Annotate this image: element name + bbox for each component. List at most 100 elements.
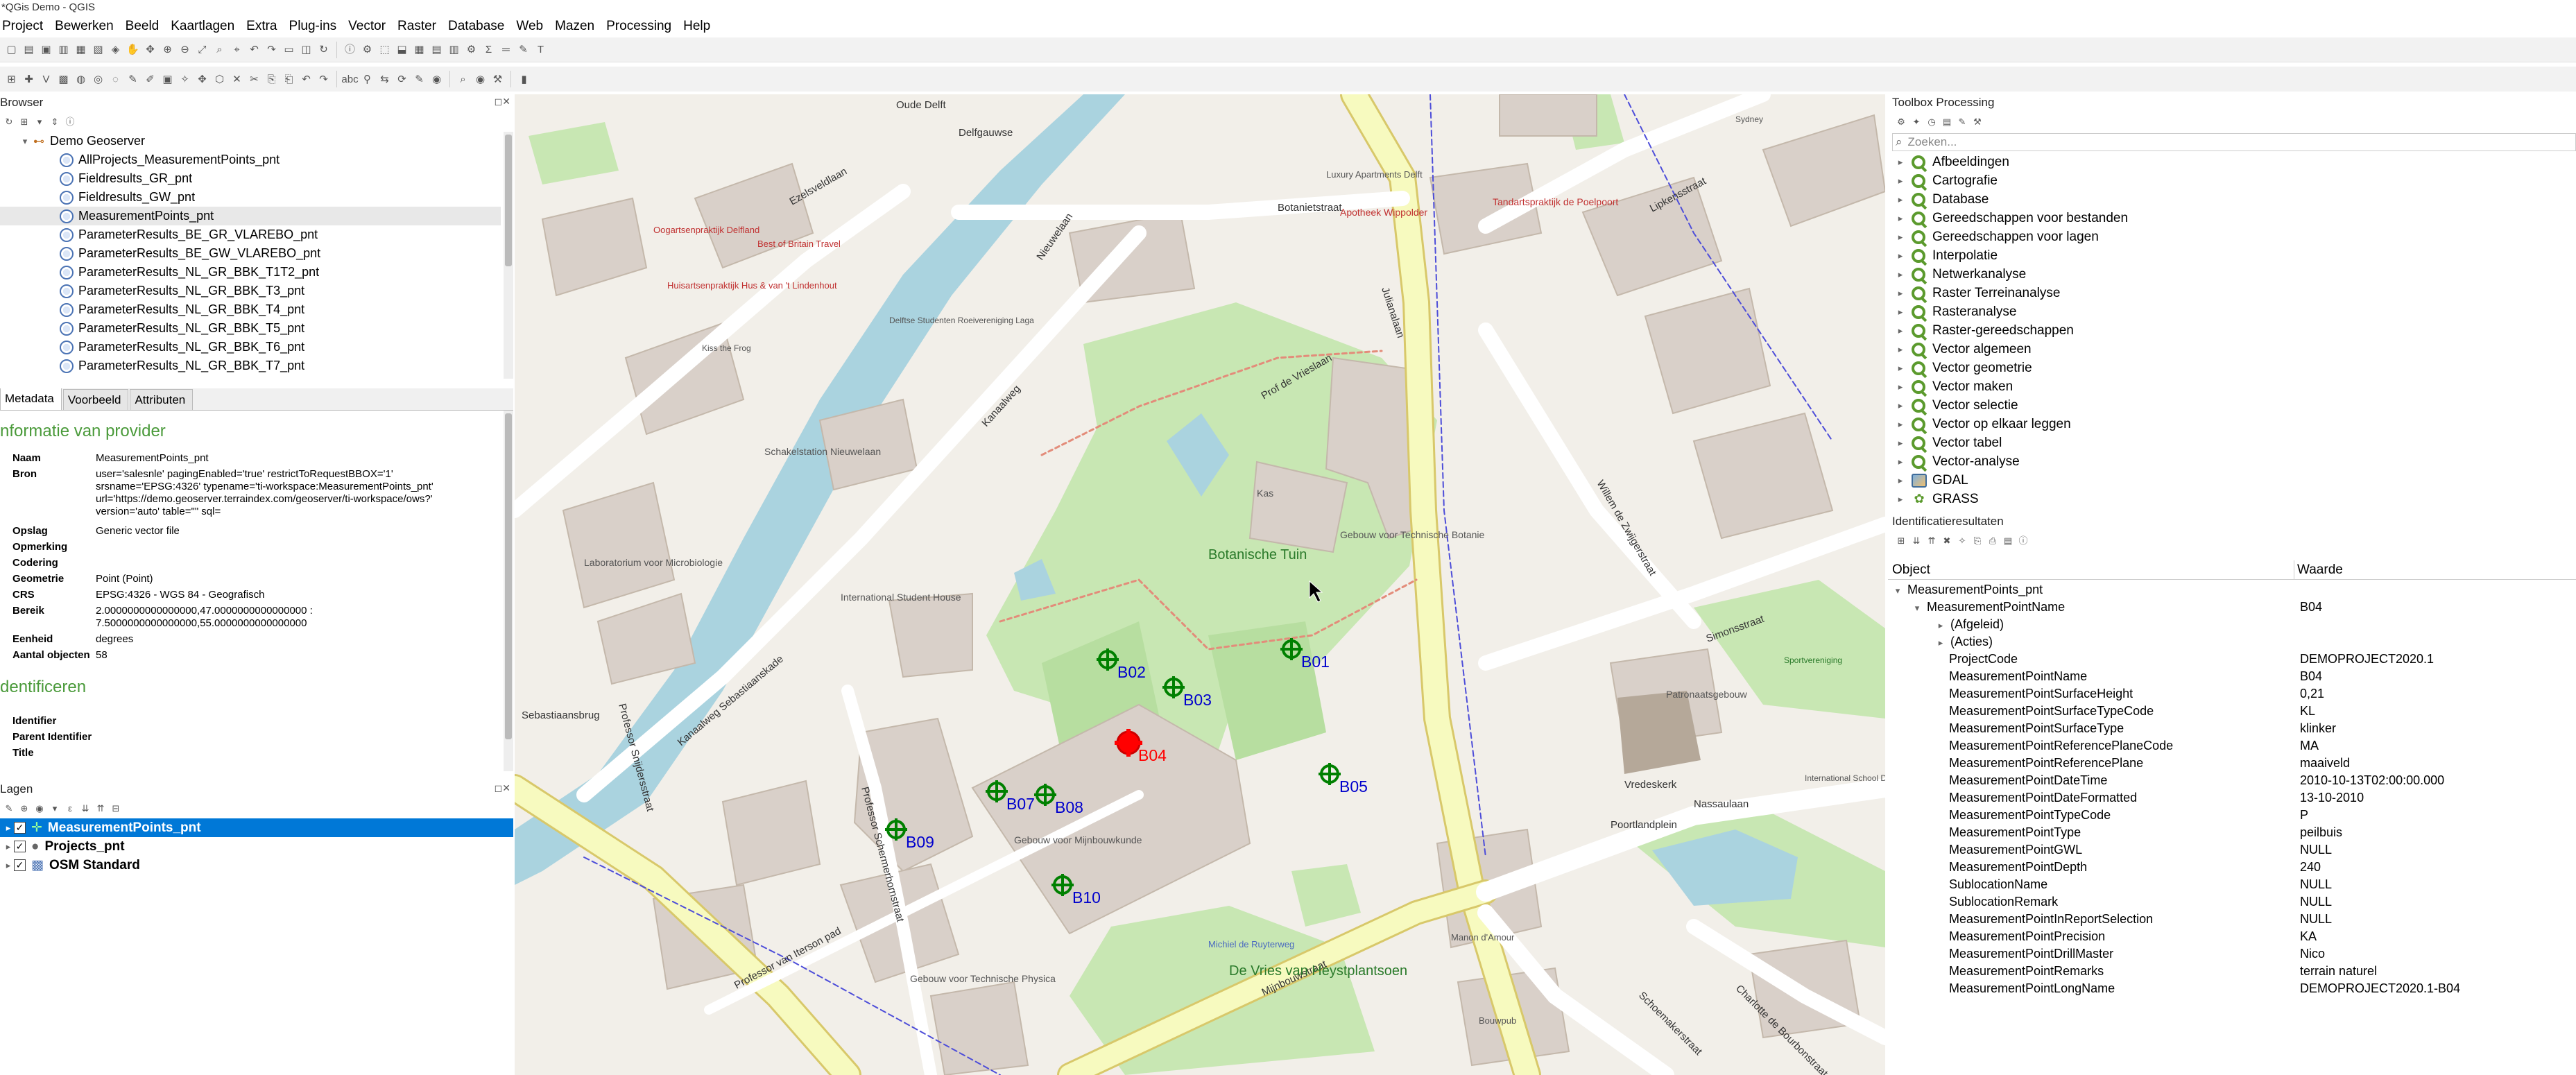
edit-pencil-icon[interactable]: ✐ — [143, 72, 157, 87]
column-value[interactable]: Waarde — [2294, 560, 2346, 579]
menu-item-kaartlagen[interactable]: Kaartlagen — [169, 19, 240, 34]
menu-item-web[interactable]: Web — [514, 19, 549, 34]
expand-arrow-icon[interactable]: ▸ — [1935, 637, 1946, 648]
expand-arrow-icon[interactable]: ▸ — [1895, 419, 1906, 430]
refresh-icon[interactable]: ↻ — [316, 42, 331, 57]
highlight-icon[interactable]: ✧ — [1956, 534, 1968, 547]
paste-icon[interactable]: ⎗ — [282, 72, 296, 87]
zoom-last-icon[interactable]: ↶ — [247, 42, 261, 57]
identify-attribute-row[interactable]: MeasurementPointSurfaceType klinker — [1888, 720, 2576, 737]
toolbox-group[interactable]: ▸ Rasteranalyse — [1892, 302, 2576, 321]
expand-icon[interactable]: ⊞ — [1895, 534, 1907, 547]
browser-layer-item[interactable]: ParameterResults_BE_GW_VLAREBO_pnt — [0, 244, 501, 263]
toolbox-group[interactable]: ▸ Vector maken — [1892, 377, 2576, 396]
identify-actions-row[interactable]: ▸ (Acties) — [1888, 633, 2576, 651]
expand-arrow-icon[interactable]: ▸ — [1895, 232, 1906, 243]
zoom-in-icon[interactable]: ⊕ — [160, 42, 175, 57]
clear-results-icon[interactable]: ✖ — [1941, 534, 1953, 547]
identify-tool-icon[interactable]: ⓘ — [2017, 534, 2029, 547]
cut-icon[interactable]: ✂ — [247, 72, 261, 87]
tab-metadata[interactable]: Metadata — [0, 388, 62, 410]
new-3d-view-icon[interactable]: ◫ — [299, 42, 314, 57]
layer-item[interactable]: ▸ ✓ ✛ MeasurementPoints_pnt — [0, 818, 513, 837]
pan-to-selection-icon[interactable]: ✥ — [143, 42, 157, 57]
label-icon[interactable]: abc — [341, 72, 358, 87]
browser-layer-item[interactable]: ParameterResults_NL_GR_BBK_T1T2_pnt — [0, 263, 501, 282]
dock-float-close-icon[interactable]: ◻✕ — [495, 782, 510, 794]
identify-attribute-row[interactable]: MeasurementPointGWL NULL — [1888, 841, 2576, 859]
new-print-layout-icon[interactable]: ▦ — [74, 42, 88, 57]
identify-attribute-row[interactable]: MeasurementPointDateTime 2010-10-13T02:00… — [1888, 772, 2576, 789]
toggle-editing-icon[interactable]: ✎ — [126, 72, 140, 87]
map-canvas[interactable]: Botanietstraat Julianalaan Kanaalweg Nieuwe… — [515, 94, 1885, 1075]
processing-toolbox-icon[interactable]: ⚙ — [464, 42, 479, 57]
rotate-label-icon[interactable]: ⟳ — [395, 72, 409, 87]
toolbox-group[interactable]: ▸ Cartografie — [1892, 171, 2576, 190]
expand-arrow-icon[interactable]: ▸ — [1895, 363, 1906, 374]
tab-voorbeeld[interactable]: Voorbeeld — [62, 389, 129, 410]
expand-arrow-icon[interactable]: ▸ — [1895, 475, 1906, 486]
expand-icon[interactable]: ⇊ — [79, 802, 92, 814]
remove-layer-icon[interactable]: ⊟ — [110, 802, 122, 814]
identify-derived-row[interactable]: ▸ (Afgeleid) — [1888, 616, 2576, 633]
add-raster-icon[interactable]: ▩ — [56, 72, 71, 87]
history-icon[interactable]: ◷ — [1925, 115, 1938, 128]
measure-icon[interactable]: ═ — [499, 42, 513, 57]
browser-layer-item[interactable]: ParameterResults_NL_GR_BBK_T4_pnt — [0, 300, 501, 319]
expand-arrow-icon[interactable]: ▸ — [1895, 269, 1906, 280]
expand-arrow-icon[interactable]: ▸ — [1895, 288, 1906, 299]
pan-icon[interactable]: ✋ — [126, 42, 140, 57]
identify-attribute-row[interactable]: MeasurementPointTypeCode P — [1888, 807, 2576, 824]
expand-arrow-icon[interactable]: ▸ — [1895, 307, 1906, 318]
identify-feature-row[interactable]: ▾ MeasurementPointName B04 — [1888, 599, 2576, 616]
collapse-tree-icon[interactable]: ⇈ — [1925, 534, 1938, 547]
pin-label-icon[interactable]: ⚲ — [360, 72, 375, 87]
expand-arrow-icon[interactable]: ▸ — [3, 823, 14, 834]
expand-arrow-icon[interactable]: ▸ — [1895, 157, 1906, 168]
expand-arrow-icon[interactable]: ▸ — [1895, 250, 1906, 261]
expand-arrow-icon[interactable]: ▸ — [1895, 494, 1906, 505]
add-wcs-icon[interactable]: ◌ — [108, 72, 123, 87]
identify-layer-row[interactable]: ▾ MeasurementPoints_pnt — [1888, 581, 2576, 599]
identify-attribute-row[interactable]: MeasurementPointDateFormatted 13-10-2010 — [1888, 789, 2576, 807]
expand-arrow-icon[interactable]: ▸ — [3, 841, 14, 852]
copy-icon[interactable]: ⎘ — [1971, 534, 1984, 547]
toolbox-group[interactable]: ▸ Database — [1892, 190, 2576, 209]
new-layer-icon[interactable]: ✚ — [22, 72, 36, 87]
toolbox-search-box[interactable]: ⌕ Zoeken... — [1892, 133, 2576, 151]
identify-attribute-row[interactable]: MeasurementPointSurfaceTypeCode KL — [1888, 703, 2576, 720]
plugin-manager-icon[interactable]: ⚒ — [490, 72, 505, 87]
expand-arrow-icon[interactable]: ▸ — [1895, 456, 1906, 467]
show-label-icon[interactable]: ◉ — [429, 72, 444, 87]
metadata-scrollbar[interactable] — [504, 411, 513, 771]
expand-arrow-icon[interactable]: ▸ — [1935, 620, 1946, 631]
new-map-view-icon[interactable]: ▭ — [282, 42, 296, 57]
expand-arrow-icon[interactable]: ▸ — [1895, 381, 1906, 393]
browser-root-item[interactable]: ▾ ⊷ Demo Geoserver — [0, 132, 501, 150]
identify-attribute-row[interactable]: MeasurementPointRemarks terrain naturel — [1888, 963, 2576, 980]
move-feature-icon[interactable]: ✥ — [195, 72, 209, 87]
toolbox-group[interactable]: ▸ Gereedschappen voor bestanden — [1892, 209, 2576, 227]
expand-arrow-icon[interactable]: ▸ — [1895, 344, 1906, 355]
toolbox-provider[interactable]: ▸ ✿ GRASS — [1892, 490, 2576, 508]
toolbox-group[interactable]: ▸ Vector algemeen — [1892, 340, 2576, 359]
browser-layer-item[interactable]: ParameterResults_NL_GR_BBK_T3_pnt — [0, 282, 501, 300]
identify-attribute-row[interactable]: ProjectCode DEMOPROJECT2020.1 — [1888, 651, 2576, 668]
digitize-icon[interactable]: ✧ — [178, 72, 192, 87]
models-icon[interactable]: ⚙ — [1895, 115, 1907, 128]
open-project-icon[interactable]: ▤ — [22, 42, 36, 57]
settings-icon[interactable]: ⚒ — [1971, 115, 1984, 128]
browser-layer-item[interactable]: Fieldresults_GR_pnt — [0, 169, 501, 188]
tab-attributen[interactable]: Attributen — [130, 389, 194, 410]
menu-item-help[interactable]: Help — [681, 19, 716, 34]
refresh-icon[interactable]: ↻ — [3, 115, 15, 128]
undo-icon[interactable]: ↶ — [299, 72, 314, 87]
expand-arrow-icon[interactable]: ▸ — [1895, 438, 1906, 449]
expression-icon[interactable]: ε — [64, 802, 76, 814]
change-label-icon[interactable]: ✎ — [412, 72, 427, 87]
annotation-icon[interactable]: ✎ — [516, 42, 531, 57]
text-annotation-icon[interactable]: T — [533, 42, 548, 57]
collapse-arrow-icon[interactable]: ▾ — [1912, 603, 1923, 614]
identify-attribute-row[interactable]: MeasurementPointDrillMaster Nico — [1888, 945, 2576, 963]
dock-float-close-icon[interactable]: ◻✕ — [495, 96, 510, 108]
